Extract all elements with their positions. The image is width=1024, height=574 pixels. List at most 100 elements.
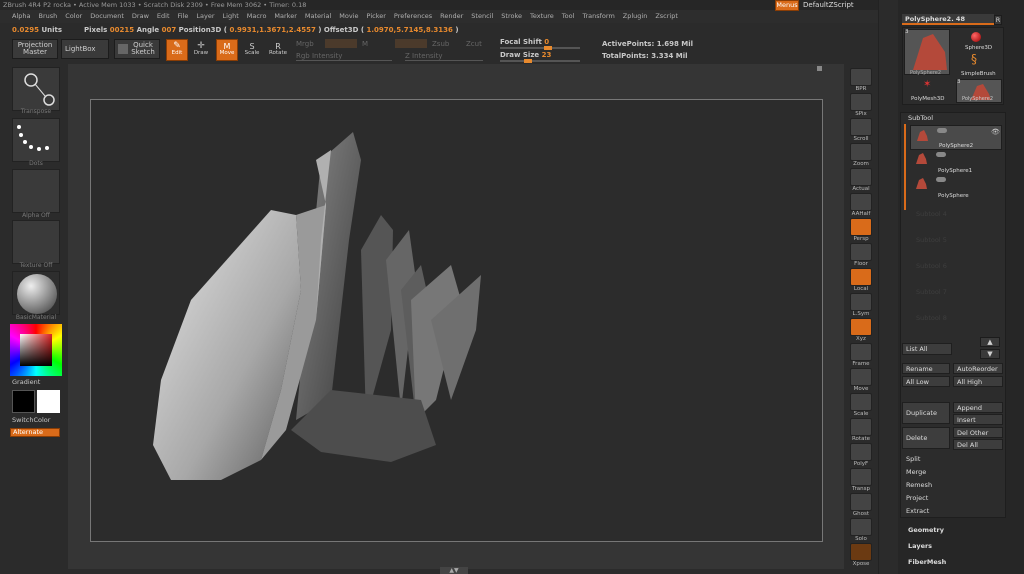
zcut-button[interactable]: Zcut — [466, 40, 482, 48]
shelf-local-button[interactable] — [850, 268, 872, 286]
subtool-eye-icon[interactable] — [936, 152, 946, 157]
del-all-button[interactable]: Del All — [953, 439, 1003, 450]
shelf-xyz-button[interactable] — [850, 318, 872, 336]
del-other-button[interactable]: Del Other — [953, 427, 1003, 438]
draw-size-track[interactable] — [500, 59, 580, 63]
rock-model[interactable] — [91, 100, 824, 543]
default-script-button[interactable]: DefaultZScript — [803, 1, 854, 9]
menu-picker[interactable]: Picker — [367, 12, 386, 20]
remesh-button[interactable]: Remesh — [906, 481, 932, 489]
shelf-frame-button[interactable] — [850, 343, 872, 361]
menu-zscript[interactable]: Zscript — [655, 12, 678, 20]
menu-color[interactable]: Color — [65, 12, 82, 20]
edit-button[interactable]: ✎ Edit — [166, 39, 188, 61]
material-selector[interactable] — [12, 271, 60, 315]
gradient-label[interactable]: Gradient — [12, 378, 40, 386]
menu-draw[interactable]: Draw — [132, 12, 149, 20]
shelf-move-button[interactable] — [850, 368, 872, 386]
layers-menu[interactable]: Layers — [908, 542, 932, 550]
menu-layer[interactable]: Layer — [196, 12, 214, 20]
shelf-transp-button[interactable] — [850, 468, 872, 486]
shelf-actual-button[interactable] — [850, 168, 872, 186]
subtool-row-polysphere1[interactable]: PolySphere1 — [910, 150, 1002, 175]
shelf-aahalf-button[interactable] — [850, 193, 872, 211]
subtool-row-polysphere[interactable]: PolySphere — [910, 175, 1002, 200]
simplebrush-icon[interactable]: § — [971, 53, 977, 65]
menu-stroke[interactable]: Stroke — [501, 12, 522, 20]
all-high-button[interactable]: All High — [953, 376, 1003, 387]
menu-edit[interactable]: Edit — [157, 12, 170, 20]
z-intensity-slider[interactable]: Z Intensity — [405, 52, 443, 60]
menu-light[interactable]: Light — [223, 12, 239, 20]
subtool-row-polysphere2[interactable]: 👁 PolySphere2 — [910, 125, 1002, 150]
menu-transform[interactable]: Transform — [582, 12, 614, 20]
menu-tool[interactable]: Tool — [562, 12, 575, 20]
focal-shift-slider[interactable]: Focal Shift 0 — [500, 38, 549, 46]
shelf-polyf-button[interactable] — [850, 443, 872, 461]
subtool-eye-icon[interactable] — [936, 177, 946, 182]
draw-size-thumb[interactable] — [524, 59, 532, 63]
focal-shift-track[interactable] — [500, 46, 580, 50]
geometry-menu[interactable]: Geometry — [908, 526, 944, 534]
secondary-color-swatch[interactable] — [37, 390, 60, 413]
split-button[interactable]: Split — [906, 455, 920, 463]
texture-selector[interactable] — [12, 220, 60, 264]
shelf-lsym-button[interactable] — [850, 293, 872, 311]
zadd-swatch[interactable] — [395, 39, 427, 48]
project-button[interactable]: Project — [906, 494, 928, 502]
move-button[interactable]: M Move — [216, 39, 238, 61]
shelf-zoom-button[interactable] — [850, 143, 872, 161]
subtool-empty-slot[interactable]: Subtool 8 — [916, 314, 947, 322]
color-picker[interactable] — [10, 324, 62, 376]
z-intensity-track[interactable] — [405, 60, 483, 61]
shelf-rotate-button[interactable] — [850, 418, 872, 436]
alpha-selector[interactable] — [12, 169, 60, 213]
extract-button[interactable]: Extract — [906, 507, 929, 515]
duplicate-button[interactable]: Duplicate — [902, 402, 950, 424]
shelf-floor-button[interactable] — [850, 243, 872, 261]
m-button[interactable]: M — [362, 40, 368, 48]
menu-alpha[interactable]: Alpha — [12, 12, 30, 20]
subtool-empty-slot[interactable]: Subtool 7 — [916, 288, 947, 296]
rgb-intensity-track[interactable] — [296, 60, 392, 61]
delete-button[interactable]: Delete — [902, 427, 950, 449]
shelf-scale-button[interactable] — [850, 393, 872, 411]
scale-button[interactable]: S Scale — [241, 39, 263, 61]
stroke-dots[interactable] — [12, 118, 60, 162]
draw-button[interactable]: ✛ Draw — [190, 39, 212, 61]
shelf-bpr-button[interactable] — [850, 68, 872, 86]
polymesh3d-icon[interactable]: ✶ — [923, 80, 931, 90]
quick-sketch-button[interactable]: Quick Sketch — [114, 39, 160, 59]
mrgb-button[interactable]: Mrgb — [296, 40, 314, 48]
menu-render[interactable]: Render — [440, 12, 463, 20]
rotate-button[interactable]: R Rotate — [266, 39, 290, 61]
canvas-scroll-marker[interactable] — [817, 66, 822, 71]
fibermesh-menu[interactable]: FiberMesh — [908, 558, 946, 566]
insert-button[interactable]: Insert — [953, 414, 1003, 425]
alternate-button[interactable]: Alternate — [10, 428, 60, 437]
rgb-intensity-slider[interactable]: Rgb Intensity — [296, 52, 342, 60]
menu-stencil[interactable]: Stencil — [471, 12, 493, 20]
lightbox-button[interactable]: LightBox — [61, 39, 109, 59]
document-canvas[interactable] — [90, 99, 823, 542]
transpose-brush[interactable] — [12, 67, 60, 111]
shelf-xpose-button[interactable] — [850, 543, 872, 561]
subtool-empty-slot[interactable]: Subtool 6 — [916, 262, 947, 270]
switch-color-button[interactable]: SwitchColor — [12, 416, 50, 424]
menu-file[interactable]: File — [178, 12, 189, 20]
menu-movie[interactable]: Movie — [339, 12, 358, 20]
auto-reorder-button[interactable]: AutoReorder — [953, 363, 1003, 374]
sphere3d-icon[interactable] — [971, 32, 981, 42]
shelf-solo-button[interactable] — [850, 518, 872, 536]
subtool-visibility-icon[interactable]: 👁 — [991, 128, 1000, 136]
subtool-header[interactable]: SubTool — [908, 114, 933, 122]
r-button[interactable]: R — [994, 15, 1002, 25]
move-up-button[interactable]: ▲ — [980, 337, 1000, 347]
subtool-eye-icon[interactable] — [937, 128, 947, 133]
canvas-bottom-arrows[interactable]: ▲▼ — [440, 567, 468, 574]
list-all-button[interactable]: List All — [902, 343, 952, 355]
menu-material[interactable]: Material — [305, 12, 331, 20]
move-down-button[interactable]: ▼ — [980, 349, 1000, 359]
zsub-button[interactable]: Zsub — [432, 40, 449, 48]
draw-size-slider[interactable]: Draw Size 23 — [500, 51, 551, 59]
